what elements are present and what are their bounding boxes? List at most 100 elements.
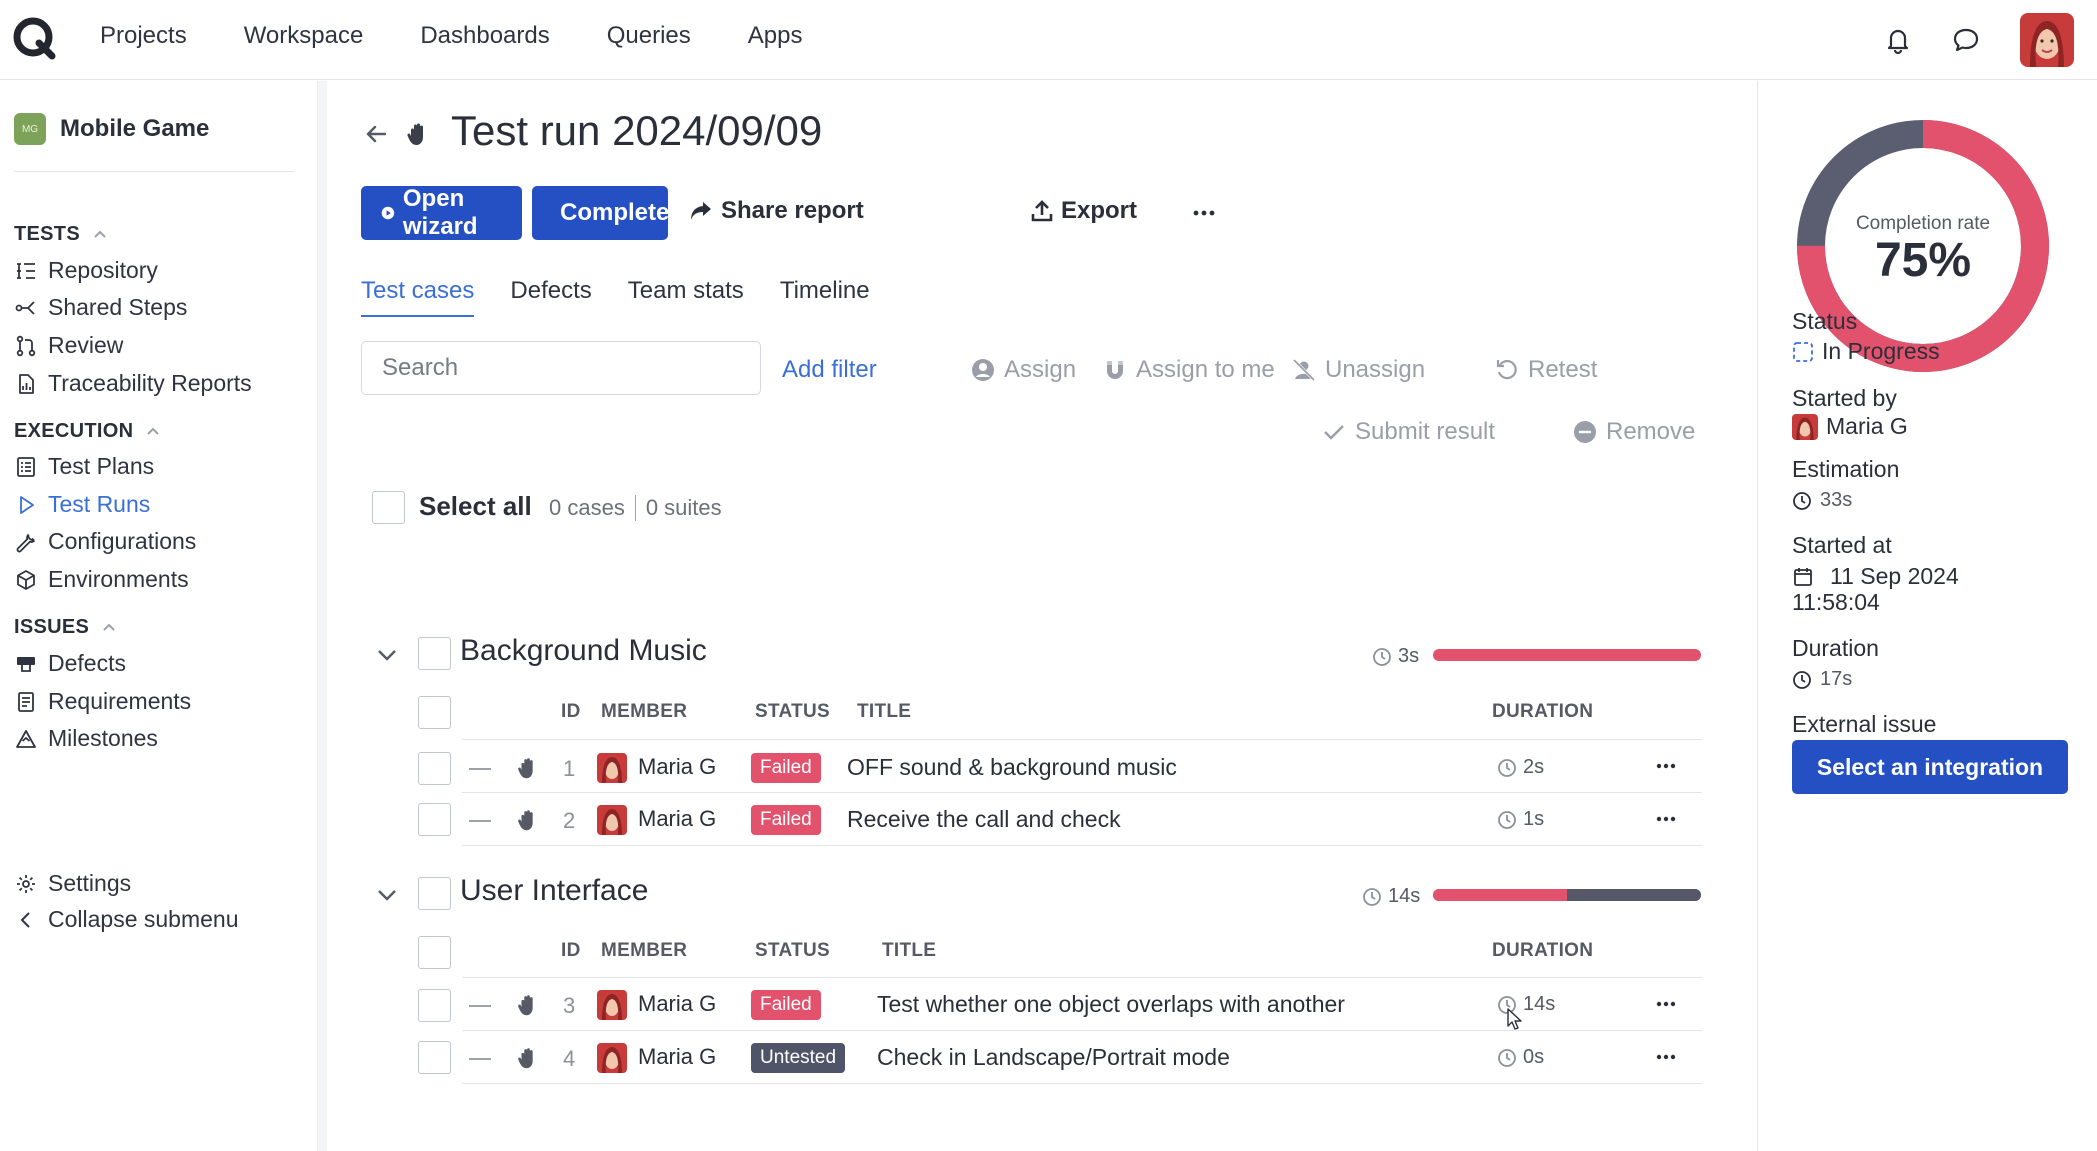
hand-icon [407,123,423,145]
progress-untested-segment [1567,889,1701,901]
row-more-icon[interactable] [1654,814,1678,824]
sidebar-item-label: Test Runs [48,491,151,517]
defects-icon [17,656,35,672]
row-title[interactable]: OFF sound & background music [847,754,1177,781]
sidebar-item-requirements[interactable]: Requirements [14,688,191,715]
row-title[interactable]: Test whether one object overlaps with an… [877,991,1345,1018]
select-all-checkbox[interactable] [372,491,405,524]
section-tests-header[interactable]: TESTS [14,223,108,246]
open-wizard-button[interactable]: Open wizard [361,185,522,240]
row-duration-value: 0s [1523,1046,1545,1068]
sidebar-item-configurations[interactable]: Configurations [14,528,196,555]
row-checkbox[interactable] [418,752,451,785]
estimation-text: 33s [1820,489,1853,511]
nav-workspace[interactable]: Workspace [244,22,364,50]
section-execution-header[interactable]: EXECUTION [14,420,161,443]
status-text: In Progress [1822,338,1940,364]
assign-button[interactable]: Assign [970,356,1076,384]
share-report-button[interactable]: Share report [689,197,864,225]
sidebar-item-review[interactable]: Review [14,332,123,359]
row-duration: 2s [1497,756,1544,779]
priority-dash [469,820,491,822]
export-button[interactable]: Export [1031,197,1137,225]
sidebar-item-test-plans[interactable]: Test Plans [14,453,154,480]
suite-rows-checkbox[interactable] [418,936,451,969]
sidebar-item-label: Test Plans [48,453,155,479]
sidebar-item-traceability-reports[interactable]: Traceability Reports [14,370,252,397]
tab-timeline[interactable]: Timeline [780,277,870,317]
pull-request-icon [16,335,36,356]
hand-icon [518,1048,533,1069]
row-title[interactable]: Check in Landscape/Portrait mode [877,1044,1230,1071]
row-checkbox[interactable] [418,803,451,836]
app-logo-icon[interactable] [12,16,58,62]
calendar-icon [1794,567,1812,586]
project-switcher[interactable]: MG Mobile Game [14,113,209,145]
clock-icon [1498,810,1516,829]
row-checkbox[interactable] [418,989,451,1022]
user-avatar[interactable] [2020,13,2074,67]
bell-icon[interactable] [1882,24,1914,56]
chevron-down-icon[interactable] [373,881,401,909]
suite-title: User Interface [460,874,649,907]
nav-queries[interactable]: Queries [607,22,691,50]
sidebar-collapse-button[interactable]: Collapse submenu [14,906,239,933]
nav-projects[interactable]: Projects [100,22,187,50]
suite-rows-checkbox[interactable] [418,696,451,729]
completion-rate-label: Completion rate [1855,213,1991,234]
sidebar-item-defects[interactable]: Defects [14,650,126,677]
retest-icon [1496,360,1517,380]
chat-icon[interactable] [1950,24,1982,56]
arrow-left-icon[interactable] [361,119,391,149]
unassign-button[interactable]: Unassign [1291,356,1425,384]
nav-apps[interactable]: Apps [748,22,803,50]
retest-button[interactable]: Retest [1494,356,1597,384]
suite-checkbox[interactable] [418,637,451,670]
row-more-icon[interactable] [1654,761,1678,771]
suite-checkbox[interactable] [418,877,451,910]
sidebar: MG Mobile Game TESTS Repository Shared S… [0,81,318,1151]
sidebar-item-test-runs[interactable]: Test Runs [14,491,150,518]
row-title[interactable]: Receive the call and check [847,806,1121,833]
user-circle-icon [972,359,994,381]
submit-result-button[interactable]: Submit result [1321,418,1495,446]
row-id: 3 [563,993,576,1018]
chevron-down-icon[interactable] [373,641,401,669]
row-more-icon[interactable] [1654,999,1678,1009]
sidebar-item-environments[interactable]: Environments [14,566,189,593]
tab-defects[interactable]: Defects [510,277,591,317]
search-input[interactable] [361,341,761,395]
suites-count: 0 suites [645,495,722,520]
selection-count: 0 cases 0 suites [549,495,722,521]
sidebar-item-settings[interactable]: Settings [14,870,131,897]
tab-test-cases[interactable]: Test cases [361,277,475,317]
nav-dashboards[interactable]: Dashboards [420,22,549,50]
sidebar-item-milestones[interactable]: Milestones [14,725,158,752]
assign-to-me-button[interactable]: Assign to me [1102,356,1275,384]
sidebar-item-label: Traceability Reports [48,370,252,396]
row-divider [462,739,1702,740]
more-options-icon[interactable] [1192,208,1216,218]
row-more-icon[interactable] [1654,1052,1678,1062]
sidebar-item-shared-steps[interactable]: Shared Steps [14,294,187,321]
section-issues-header[interactable]: ISSUES [14,616,117,639]
started-at-date: 11 Sep 2024 [1792,563,1959,590]
column-id: ID [561,940,581,961]
unassign-label: Unassign [1325,356,1426,383]
remove-button[interactable]: Remove [1572,418,1695,446]
sidebar-item-repository[interactable]: Repository [14,257,158,284]
started-by-value: Maria G [1792,413,1908,440]
report-icon [19,373,34,394]
section-execution-label: EXECUTION [14,420,134,442]
column-title: TITLE [882,940,937,961]
section-issues-label: ISSUES [14,616,90,638]
select-integration-button[interactable]: Select an integration [1792,740,2068,794]
tab-team-stats[interactable]: Team stats [628,277,744,317]
sidebar-item-label: Requirements [48,688,192,714]
row-checkbox[interactable] [418,1041,451,1074]
suite-duration-value: 3s [1398,645,1420,667]
retest-label: Retest [1528,356,1598,383]
complete-button[interactable]: Complete [532,186,669,240]
add-filter-link[interactable]: Add filter [782,356,877,384]
started-by-label: Started by [1792,385,1897,411]
